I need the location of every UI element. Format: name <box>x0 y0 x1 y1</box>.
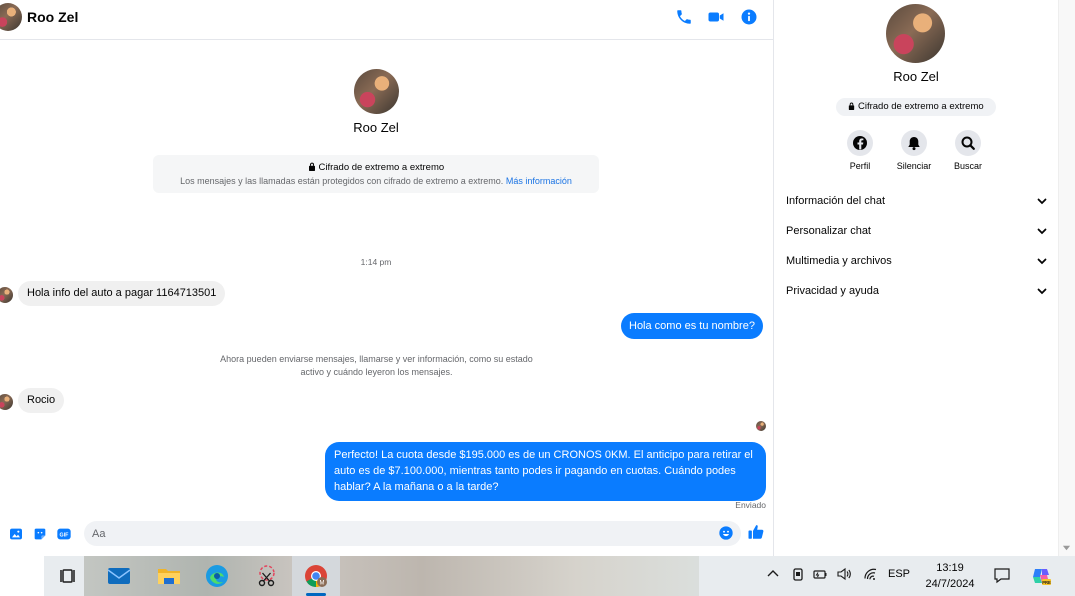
info-icon[interactable] <box>740 8 758 26</box>
svg-text:PRE: PRE <box>1042 580 1051 585</box>
contact-name-large: Roo Zel <box>353 120 399 135</box>
search-button[interactable] <box>955 130 981 156</box>
facebook-profile-icon <box>853 136 867 150</box>
lock-icon <box>308 162 315 171</box>
learn-more-link[interactable]: Más información <box>506 176 572 186</box>
encryption-notice: Cifrado de extremo a extremo Los mensaje… <box>153 155 599 193</box>
volume-icon[interactable] <box>836 566 852 582</box>
contact-avatar-large[interactable] <box>354 69 399 114</box>
system-note-line: Ahora pueden enviarse mensajes, llamarse… <box>220 354 533 364</box>
emoji-icon[interactable] <box>718 525 734 541</box>
photo-icon[interactable] <box>8 526 24 542</box>
encryption-badge: Cifrado de extremo a extremo <box>836 98 996 116</box>
task-view-icon[interactable] <box>54 561 84 591</box>
clock-date[interactable]: 24/7/2024 <box>916 576 984 592</box>
video-camera-icon[interactable] <box>707 8 725 26</box>
snipping-tool-icon[interactable] <box>252 561 282 591</box>
system-note-line: activo y cuándo leyeron los mensajes. <box>300 367 453 377</box>
message-incoming[interactable]: Rocio <box>18 388 65 413</box>
encryption-title: Cifrado de extremo a extremo <box>318 162 445 173</box>
chevron-down-icon <box>1037 198 1047 205</box>
contact-name[interactable]: Roo Zel <box>27 9 78 25</box>
thumbs-up-icon[interactable] <box>747 523 765 541</box>
usb-device-icon[interactable] <box>790 566 806 582</box>
chat-header <box>0 0 773 40</box>
chrome-icon[interactable]: M <box>301 561 331 591</box>
section-chat-info[interactable]: Información del chat <box>786 190 1048 212</box>
section-label: Privacidad y ayuda <box>786 285 879 297</box>
gif-icon[interactable]: GIF <box>56 526 72 542</box>
file-explorer-icon[interactable] <box>154 561 184 591</box>
panel-contact-name: Roo Zel <box>893 69 939 84</box>
copilot-icon[interactable]: PRE <box>1030 565 1052 587</box>
mute-button[interactable] <box>901 130 927 156</box>
message-outgoing[interactable]: Perfecto! La cuota desde $195.000 es de … <box>325 442 766 501</box>
phone-icon[interactable] <box>675 8 693 26</box>
bell-icon <box>908 137 920 151</box>
read-receipt-avatar <box>756 421 766 431</box>
scrollbar[interactable] <box>1058 0 1075 556</box>
system-note: Ahora pueden enviarse mensajes, llamarse… <box>214 353 539 379</box>
input-language[interactable]: ESP <box>884 568 914 580</box>
chevron-down-icon <box>1037 228 1047 235</box>
encryption-body: Los mensajes y las llamadas están proteg… <box>180 176 504 186</box>
encryption-badge-label: Cifrado de extremo a extremo <box>857 101 984 112</box>
clock-time[interactable]: 13:19 <box>922 560 978 576</box>
message-input[interactable] <box>84 521 741 546</box>
scroll-down-arrow-icon[interactable] <box>1062 543 1071 552</box>
svg-text:M: M <box>320 581 325 587</box>
section-label: Multimedia y archivos <box>786 255 892 267</box>
search-label: Buscar <box>953 161 982 171</box>
mail-icon[interactable] <box>104 561 134 591</box>
section-label: Información del chat <box>786 195 886 207</box>
message-outgoing[interactable]: Hola como es tu nombre? <box>621 313 763 339</box>
section-media-files[interactable]: Multimedia y archivos <box>786 250 1048 272</box>
battery-icon[interactable] <box>812 566 828 582</box>
chevron-down-icon <box>1037 288 1047 295</box>
section-label: Personalizar chat <box>786 225 871 237</box>
section-customize-chat[interactable]: Personalizar chat <box>786 220 1048 242</box>
chevron-up-icon[interactable] <box>765 566 781 582</box>
wifi-icon[interactable] <box>863 566 879 582</box>
profile-label: Perfil <box>849 161 871 171</box>
mute-label: Silenciar <box>896 161 932 171</box>
svg-text:GIF: GIF <box>60 532 70 538</box>
message-incoming[interactable]: Hola info del auto a pagar 1164713501 <box>18 281 226 306</box>
sticker-icon[interactable] <box>32 526 48 542</box>
panel-avatar[interactable] <box>886 4 945 63</box>
search-icon <box>961 136 975 150</box>
chevron-down-icon <box>1037 258 1047 265</box>
time-separator: 1:14 pm <box>360 257 392 267</box>
taskbar-search-area[interactable] <box>0 556 44 596</box>
message-status: Enviado <box>735 500 766 510</box>
edge-icon[interactable] <box>202 561 232 591</box>
profile-button[interactable] <box>847 130 873 156</box>
notification-icon[interactable] <box>993 566 1011 584</box>
lock-icon <box>849 102 855 110</box>
section-privacy-help[interactable]: Privacidad y ayuda <box>786 280 1048 302</box>
